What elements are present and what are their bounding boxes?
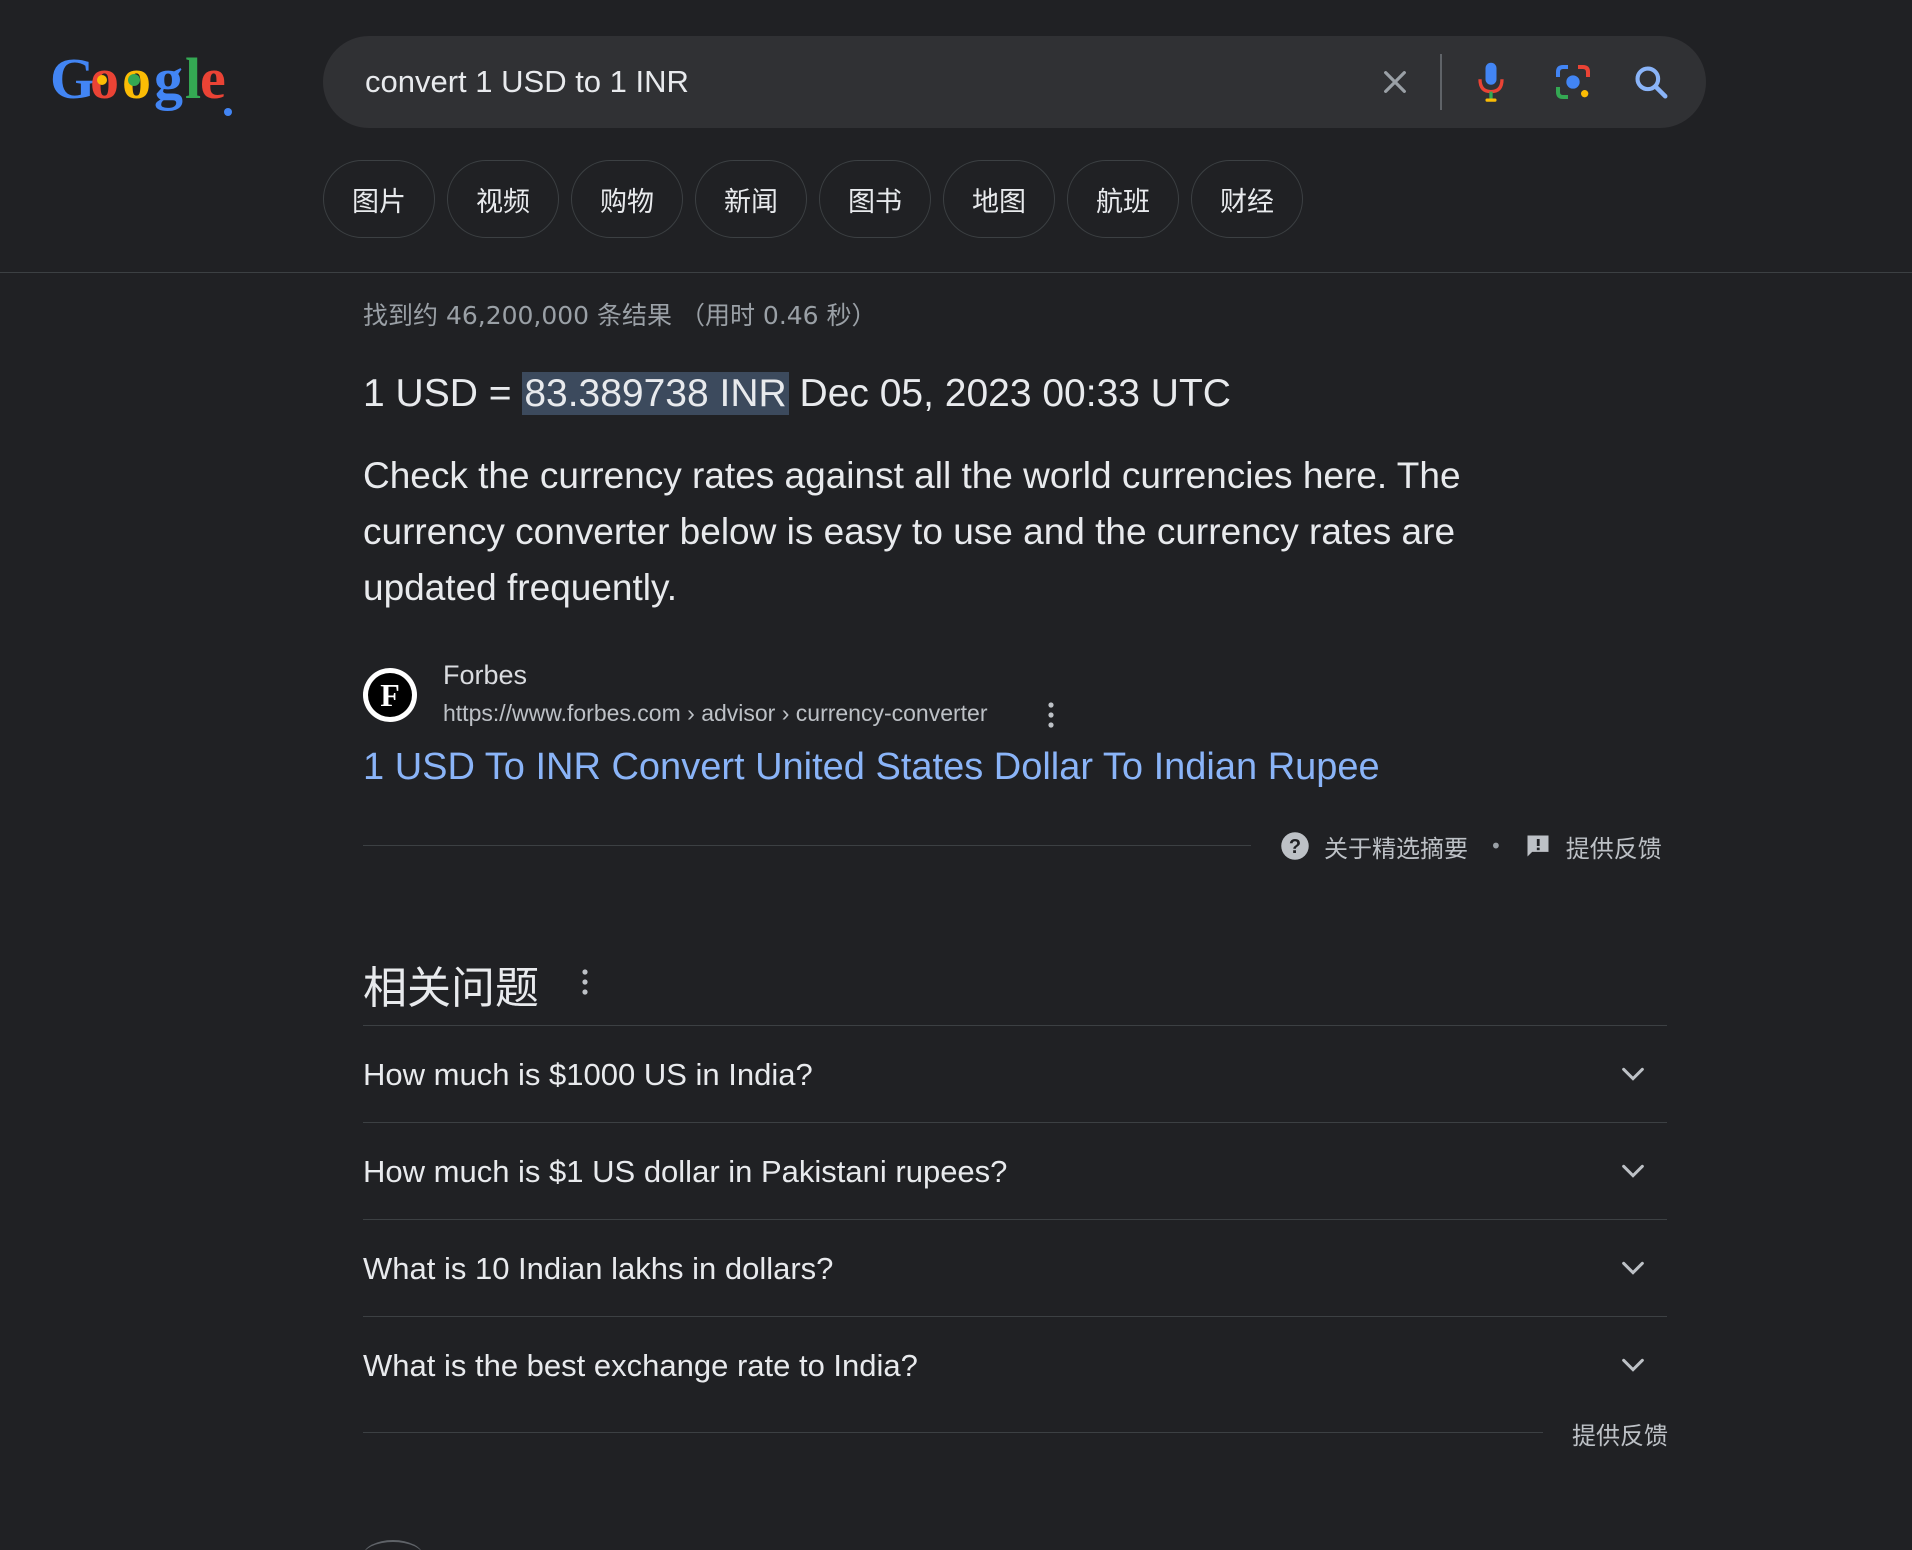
svg-text:G: G [50,46,95,111]
paa-question-item[interactable]: How much is $1000 US in India? [363,1025,1667,1122]
feedback-label: 提供反馈 [1565,834,1662,863]
microphone-icon[interactable] [1463,36,1519,128]
snippet-footer: ? 关于精选摘要 • 提供反馈 [1280,826,1662,866]
camera-lens-icon[interactable] [1545,36,1601,128]
favicon-letter: F [368,673,412,717]
chip-videos[interactable]: 视频 [447,160,559,238]
people-also-ask-list: How much is $1000 US in India? How much … [363,1025,1667,1413]
chip-shopping[interactable]: 购物 [571,160,683,238]
site-name[interactable]: Forbes [443,660,527,691]
search-bar[interactable]: convert 1 USD to 1 INR [323,36,1706,128]
svg-text:g: g [154,46,183,111]
feedback-link[interactable]: 提供反馈 [1524,829,1662,864]
paa-question: How much is $1 US dollar in Pakistani ru… [363,1154,1008,1189]
about-featured-snippets-link[interactable]: ? 关于精选摘要 [1280,829,1468,864]
chip-books[interactable]: 图书 [819,160,931,238]
paa-feedback-link[interactable]: 提供反馈 [1572,1416,1668,1451]
paa-question-item[interactable]: What is 10 Indian lakhs in dollars? [363,1219,1667,1316]
about-label: 关于精选摘要 [1324,834,1468,863]
search-icon[interactable] [1623,36,1679,128]
paa-question: How much is $1000 US in India? [363,1057,813,1092]
chip-news[interactable]: 新闻 [695,160,807,238]
answer-suffix: Dec 05, 2023 00:33 UTC [788,372,1231,415]
svg-text:e: e [200,46,226,111]
chip-maps[interactable]: 地图 [943,160,1055,238]
site-url[interactable]: https://www.forbes.com › advisor › curre… [443,700,988,727]
separator-dot: • [1490,834,1502,858]
chip-flights[interactable]: 航班 [1067,160,1179,238]
svg-text:?: ? [1289,836,1301,858]
search-bar-divider [1440,54,1442,110]
chip-finance[interactable]: 财经 [1191,160,1303,238]
chip-images[interactable]: 图片 [323,160,435,238]
paa-question: What is 10 Indian lakhs in dollars? [363,1251,834,1286]
paa-question-item[interactable]: What is the best exchange rate to India? [363,1316,1667,1413]
paa-question-item[interactable]: How much is $1 US dollar in Pakistani ru… [363,1122,1667,1219]
snippet-divider [363,845,1251,846]
result-title-link[interactable]: 1 USD To INR Convert United States Dolla… [363,746,1380,789]
featured-answer: 1 USD = 83.389738 INR Dec 05, 2023 00:33… [363,372,1231,416]
result-stats: 找到约 46,200,000 条结果 （用时 0.46 秒） [363,301,877,330]
search-filter-chips: 图片 视频 购物 新闻 图书 地图 航班 财经 [323,160,1303,240]
more-options-icon[interactable] [1041,700,1061,730]
chevron-down-icon [1622,1261,1644,1275]
close-icon[interactable] [1369,36,1421,128]
chevron-down-icon [1622,1358,1644,1372]
paa-question: What is the best exchange rate to India? [363,1348,918,1383]
search-input[interactable]: convert 1 USD to 1 INR [365,36,689,128]
featured-snippet-text: Check the currency rates against all the… [363,455,1461,608]
search-results-page: G o o g l e convert 1 USD to 1 INR [0,0,1912,1550]
next-result-favicon-peek [363,1540,423,1550]
google-doodle-logo[interactable]: G o o g l e [48,46,238,120]
forbes-favicon: F [363,668,417,722]
answer-highlight: 83.389738 INR [522,372,789,415]
answer-prefix: 1 USD = [363,372,523,415]
chevron-down-icon [1622,1067,1644,1081]
svg-text:l: l [185,46,201,111]
feedback-icon [1527,835,1549,857]
paa-more-options-icon[interactable] [578,966,592,998]
chevron-down-icon [1622,1164,1644,1178]
header: G o o g l e convert 1 USD to 1 INR [0,0,1912,273]
paa-bottom-divider [363,1432,1543,1433]
people-also-ask-title: 相关问题 [363,963,539,1014]
help-circle-icon: ? [1281,832,1309,860]
